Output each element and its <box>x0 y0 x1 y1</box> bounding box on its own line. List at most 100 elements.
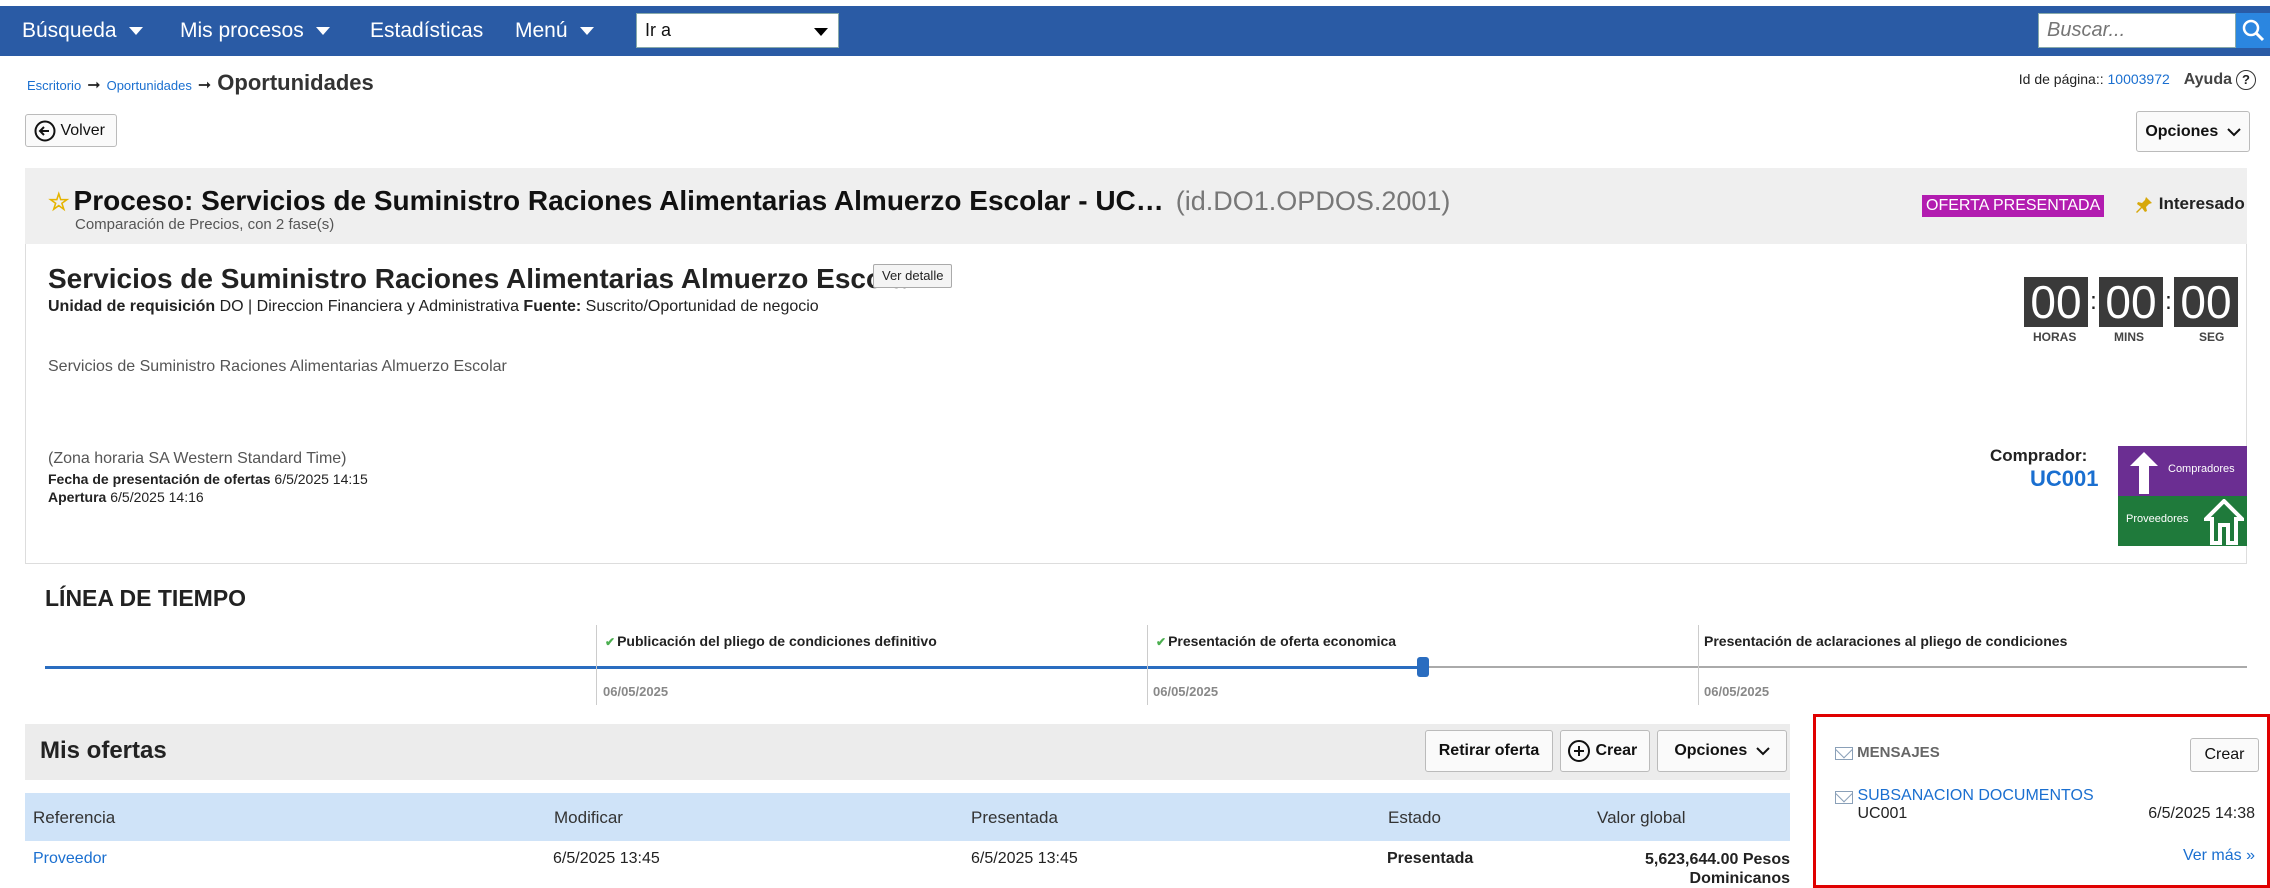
description: Servicios de Suministro Raciones Aliment… <box>48 358 507 375</box>
check-icon: ✔ <box>605 635 616 649</box>
source-value: Suscrito/Oportunidad de negocio <box>585 298 819 315</box>
goto-select[interactable]: Ir a <box>636 13 839 48</box>
breadcrumb: Escritorio ➞ Oportunidades ➞ Oportunidades <box>27 70 374 96</box>
withdraw-offer-button[interactable]: Retirar oferta <box>1425 730 1553 772</box>
message-date: 6/5/2025 14:38 <box>2148 805 2255 822</box>
back-button[interactable]: Volver <box>25 114 117 147</box>
mins-label: MINS <box>2114 330 2144 344</box>
check-icon: ✔ <box>1156 635 1167 649</box>
hours-label: HORAS <box>2033 330 2077 344</box>
top-navigation-bar: Búsqueda Mis procesos Estadísticas Menú … <box>0 6 2270 56</box>
nav-busqueda[interactable]: Búsqueda <box>22 6 143 56</box>
timeline-remaining <box>1423 666 2247 668</box>
breadcrumb-escritorio[interactable]: Escritorio <box>27 78 81 93</box>
create-message-button[interactable]: Crear <box>2190 738 2259 772</box>
offers-title: Mis ofertas <box>40 737 167 764</box>
requisition-line: Unidad de requisición DO | Direccion Fin… <box>48 298 819 316</box>
unit-value: DO | Direccion Financiera y Administrati… <box>219 298 519 315</box>
message-item[interactable]: SUBSANACION DOCUMENTOS UC001 <box>1835 787 2094 823</box>
col-modificar[interactable]: Modificar <box>554 808 623 828</box>
timezone-note: (Zona horaria SA Western Standard Time) <box>48 450 347 467</box>
timeline-progress <box>45 666 1423 669</box>
status-badge: OFERTA PRESENTADA <box>1922 195 2105 217</box>
chevron-down-icon <box>1755 747 1770 756</box>
search-icon <box>2242 19 2265 42</box>
submission-label: Fecha de presentación de ofertas <box>48 471 271 487</box>
nav-estadisticas[interactable]: Estadísticas <box>370 6 483 56</box>
dates-block: Fecha de presentación de ofertas 6/5/202… <box>48 470 368 506</box>
chevron-down-icon <box>315 27 330 36</box>
message-subject-link[interactable]: SUBSANACION DOCUMENTOS <box>1857 787 2093 804</box>
messages-panel: MENSAJES Crear SUBSANACION DOCUMENTOS UC… <box>1813 714 2270 888</box>
nav-mis-procesos[interactable]: Mis procesos <box>180 6 330 56</box>
message-sender: UC001 <box>1857 805 1908 822</box>
timeline-title: LÍNEA DE TIEMPO <box>45 585 247 611</box>
house-arrow-icon <box>2204 499 2244 545</box>
page-title: Oportunidades <box>217 70 374 95</box>
col-valor-global[interactable]: Valor global <box>1597 808 1686 828</box>
search-input[interactable] <box>2038 13 2236 48</box>
compradores-logo: Compradores <box>2118 446 2247 496</box>
see-more-link[interactable]: Ver más » <box>2183 847 2255 865</box>
detail-heading: Servicios de Suministro Raciones Aliment… <box>48 263 918 294</box>
plus-circle-icon <box>1568 739 1590 762</box>
timeline-step-1[interactable]: ✔ Publicación del pliego de condiciones d… <box>605 633 937 649</box>
page-options-button[interactable]: Opciones <box>2136 111 2250 152</box>
opening-label: Apertura <box>48 489 107 505</box>
help-link[interactable]: Ayuda <box>2184 71 2232 88</box>
help-icon[interactable]: ? <box>2236 70 2256 90</box>
page-id-area: Id de página:: 10003972 Ayuda? <box>2019 70 2256 90</box>
chevron-down-icon <box>128 27 143 36</box>
timeline-date-2: 06/05/2025 <box>1153 684 1219 699</box>
interested-toggle[interactable]: Interesado <box>2134 194 2245 215</box>
offer-value: 5,623,644.00 Pesos Dominicanos <box>1644 851 1790 887</box>
chevron-down-icon <box>2226 128 2241 137</box>
secs-label: SEG <box>2199 330 2225 344</box>
breadcrumb-oportunidades[interactable]: Oportunidades <box>107 78 192 93</box>
timeline-step-3[interactable]: Presentación de aclaraciones al pliego d… <box>1704 633 2067 649</box>
proveedores-logo: Proveedores <box>2118 496 2247 546</box>
process-title: ☆ Proceso: Servicios de Suministro Racion… <box>48 185 1451 216</box>
arrow-left-circle-icon <box>34 120 56 142</box>
col-estado[interactable]: Estado <box>1388 808 1441 828</box>
buyer-id-link[interactable]: UC001 <box>2030 466 2098 492</box>
envelope-icon <box>1835 746 1853 760</box>
offer-submitted: 6/5/2025 13:45 <box>971 850 1078 867</box>
envelope-icon <box>1835 791 1853 804</box>
chevron-down-icon <box>814 28 828 36</box>
star-icon[interactable]: ☆ <box>48 189 70 216</box>
process-subtitle: Comparación de Precios, con 2 fase(s) <box>75 216 335 233</box>
col-referencia[interactable]: Referencia <box>33 808 115 828</box>
arrow-right-icon: ➞ <box>87 77 101 94</box>
offers-table-header <box>25 793 1790 841</box>
offer-modified: 6/5/2025 13:45 <box>553 850 660 867</box>
timeline-date-3: 06/05/2025 <box>1704 684 1770 699</box>
countdown-hours: 00 <box>2024 277 2088 327</box>
chevron-down-icon <box>579 27 594 36</box>
countdown-secs: 00 <box>2174 277 2238 327</box>
col-presentada[interactable]: Presentada <box>971 808 1058 828</box>
offer-reference-link[interactable]: Proveedor <box>33 850 107 868</box>
countdown-mins: 00 <box>2099 277 2163 327</box>
process-id: (id.DO1.OPDOS.2001) <box>1175 186 1451 216</box>
nav-menu[interactable]: Menú <box>515 6 594 56</box>
offer-status: Presentada <box>1387 850 1474 867</box>
source-label: Fuente: <box>523 298 582 315</box>
page-id-label: Id de página:: <box>2018 71 2104 87</box>
create-offer-button[interactable]: Crear <box>1560 730 1650 772</box>
buyer-label: Comprador: <box>1990 446 2088 465</box>
timeline-current-marker[interactable] <box>1417 657 1429 677</box>
opening-date: 6/5/2025 14:16 <box>110 489 204 505</box>
timeline-step-2[interactable]: ✔ Presentación de oferta economica <box>1156 633 1396 649</box>
arrow-up-icon <box>2130 452 2158 494</box>
offers-options-button[interactable]: Opciones <box>1657 730 1787 772</box>
submission-date: 6/5/2025 14:15 <box>274 471 368 487</box>
arrow-right-icon: ➞ <box>197 77 212 94</box>
view-detail-button[interactable]: Ver detalle <box>873 264 953 288</box>
timeline-date-1: 06/05/2025 <box>603 684 669 699</box>
page-id-link[interactable]: 10003972 <box>2108 71 2170 87</box>
unit-label: Unidad de requisición <box>48 298 216 315</box>
search-button[interactable] <box>2236 13 2270 48</box>
countdown-timer: 00:00:00 <box>2024 277 2238 327</box>
pin-icon <box>2136 196 2152 213</box>
